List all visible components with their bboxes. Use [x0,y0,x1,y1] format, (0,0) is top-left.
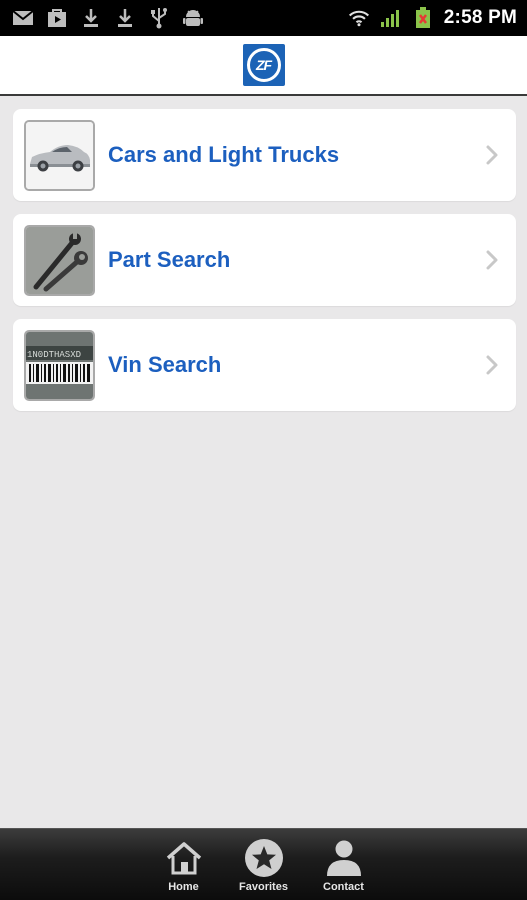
vin-text: 1N0DTHASXD [27,350,81,360]
system-icons: 2:58 PM [348,7,527,29]
tab-label: Home [168,881,199,893]
clock: 2:58 PM [443,7,517,28]
home-icon [163,837,205,879]
app-header: ZF [0,36,527,96]
item-label: Part Search [108,247,231,272]
item-label: Vin Search [108,352,222,377]
car-thumbnail [24,119,95,191]
status-bar: 2:58 PM [0,0,527,36]
category-list: Cars and Light Trucks Part Search 1N0DTH… [13,109,516,424]
chevron-right-icon [486,145,498,165]
logo-text: ZF [246,48,281,82]
play-store-icon [46,7,68,29]
app-screen: 2:58 PM ZF Cars and Light Trucks Part Se… [0,0,527,900]
tab-label: Contact [323,881,364,893]
list-item-vin-search[interactable]: 1N0DTHASXD Vin Search [13,319,516,411]
wrench-thumbnail [24,224,95,296]
gmail-icon [12,7,34,29]
download-icon [114,7,136,29]
battery-charging-icon [412,7,434,29]
barcode-thumbnail: 1N0DTHASXD [24,329,95,401]
signal-icon [380,7,402,29]
item-label: Cars and Light Trucks [108,142,340,167]
star-icon [243,837,285,879]
chevron-right-icon [486,355,498,375]
wifi-icon [348,7,370,29]
tab-label: Favorites [239,881,288,893]
list-item-part-search[interactable]: Part Search [13,214,516,306]
tab-home[interactable]: Home [154,829,214,900]
usb-icon [148,7,170,29]
android-icon [182,7,204,29]
person-icon [323,837,365,879]
chevron-right-icon [486,250,498,270]
bottom-tab-bar: Home Favorites Contact [0,828,527,900]
tab-contact[interactable]: Contact [314,829,374,900]
tab-favorites[interactable]: Favorites [234,829,294,900]
list-item-cars-and-light-trucks[interactable]: Cars and Light Trucks [13,109,516,201]
zf-logo: ZF [242,44,285,86]
download-icon [80,7,102,29]
notification-icons [0,7,204,29]
